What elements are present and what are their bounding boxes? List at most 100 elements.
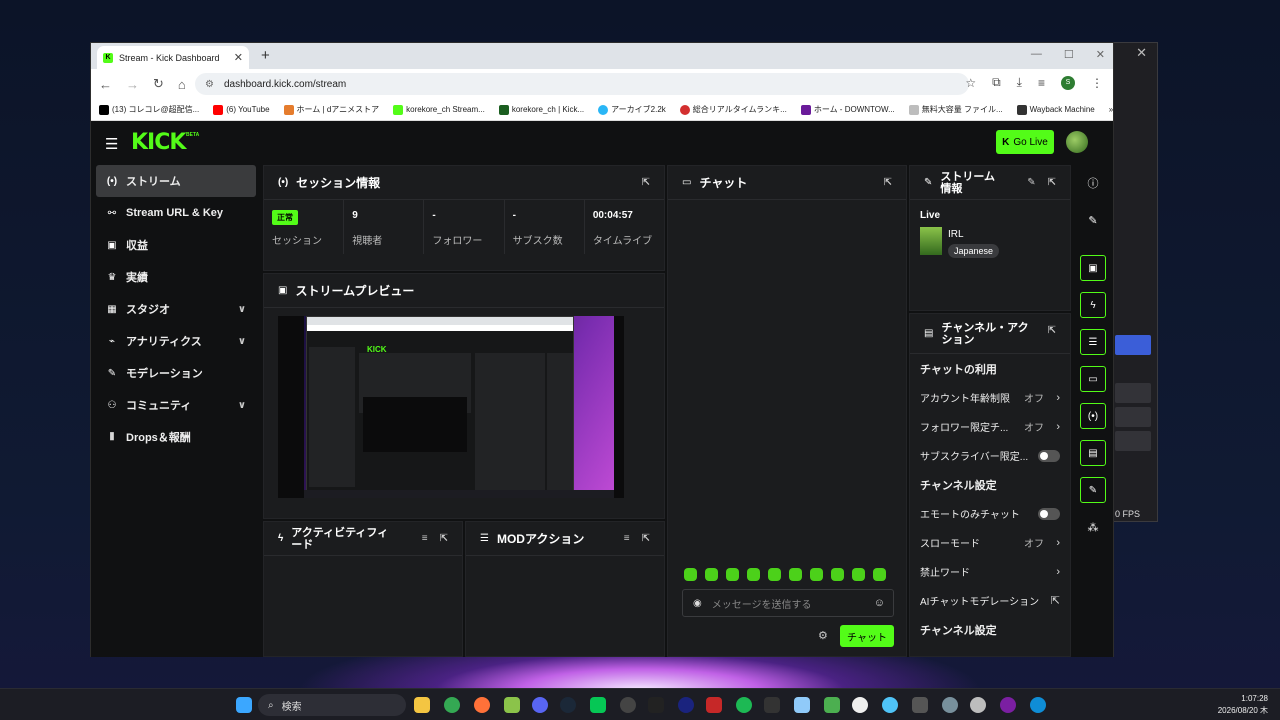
stream-preview-video[interactable]: KICK — [278, 316, 624, 498]
popout-icon[interactable]: ⇱ — [440, 533, 448, 544]
start-icon[interactable] — [236, 697, 252, 713]
hamburger-menu-icon[interactable]: ☰ — [105, 135, 118, 153]
taskbar-search[interactable]: ⌕ 検索 — [258, 694, 406, 716]
emote-icon[interactable] — [747, 568, 760, 581]
notepad-icon[interactable] — [794, 697, 810, 713]
bookmark-item[interactable]: korekore_ch | Kick... — [498, 104, 584, 115]
banned-words-row[interactable]: 禁止ワード › — [910, 557, 1070, 586]
url-field[interactable]: ⚙ dashboard.kick.com/stream — [195, 73, 969, 95]
emote-icon[interactable] — [726, 568, 739, 581]
filter-icon[interactable]: ≡ — [422, 533, 428, 544]
emote-icon[interactable] — [768, 568, 781, 581]
bookmark-item[interactable]: ホーム - DOWNTOW... — [800, 104, 895, 115]
category[interactable]: IRL Japanese — [920, 227, 1070, 259]
slow-mode-row[interactable]: スローモード オフ › — [910, 528, 1070, 557]
app-icon[interactable] — [706, 697, 722, 713]
chevron-down-icon[interactable]: ∨ — [238, 400, 246, 411]
chevron-down-icon[interactable]: ∨ — [238, 336, 246, 347]
close-window-icon[interactable]: ✕ — [1096, 48, 1105, 61]
filter-icon[interactable]: ≡ — [624, 533, 630, 544]
obs-control[interactable] — [1115, 431, 1151, 451]
download-icon[interactable]: ⤓ — [1017, 75, 1022, 90]
discord-icon[interactable] — [532, 697, 548, 713]
preview-widget-icon[interactable]: ▣ — [1080, 255, 1106, 281]
popout-icon[interactable]: ⇱ — [642, 533, 650, 544]
chat-app-icon[interactable] — [882, 697, 898, 713]
profile-avatar[interactable]: S — [1061, 75, 1075, 90]
steam-icon[interactable] — [560, 697, 576, 713]
info-icon[interactable]: ⓘ — [1080, 170, 1106, 196]
emote-icon[interactable] — [831, 568, 844, 581]
popout-icon[interactable]: ⇱ — [642, 177, 650, 188]
follower-only-row[interactable]: フォロワー限定チ... オフ › — [910, 412, 1070, 441]
bookmark-item[interactable]: korekore_ch Stream... — [393, 104, 485, 115]
popout-icon[interactable]: ⇱ — [1048, 177, 1056, 188]
list-widget-icon[interactable]: ☰ — [1080, 329, 1106, 355]
background-obs-window[interactable]: ✕ 0 FPS — [1110, 42, 1158, 522]
minimize-icon[interactable]: — — [1031, 48, 1042, 61]
bookmark-item[interactable]: 総合リアルタイムランキ... — [679, 104, 787, 115]
sidebar-item-revenue[interactable]: ▣ 収益 — [96, 229, 256, 261]
sidebar-item-drops[interactable]: ⫴ Drops＆報酬 — [96, 421, 256, 453]
app-icon[interactable] — [1000, 697, 1016, 713]
edge-icon[interactable] — [1030, 697, 1046, 713]
emote-icon[interactable] — [873, 568, 886, 581]
bookmark-item[interactable]: (6) YouTube — [213, 104, 270, 115]
back-icon[interactable]: ← — [99, 77, 112, 92]
sidebar-item-moderation[interactable]: ✎ モデレーション — [96, 357, 256, 389]
subscriber-only-toggle[interactable] — [1038, 449, 1060, 462]
app-icon[interactable] — [648, 697, 664, 713]
bookmark-item[interactable]: アーカイブ2.2k — [598, 104, 666, 115]
menu-icon[interactable]: ⋮ — [1091, 76, 1103, 90]
more-widgets-icon[interactable]: ⁂ — [1080, 514, 1106, 540]
sidebar-item-stream[interactable]: (•) ストリーム — [96, 165, 256, 197]
app-icon[interactable] — [970, 697, 986, 713]
emote-icon[interactable] — [810, 568, 823, 581]
home-icon[interactable]: ⌂ — [178, 77, 186, 92]
ai-moderation-row[interactable]: AIチャットモデレーション ⇱ — [910, 586, 1070, 615]
forward-icon[interactable]: → — [126, 77, 139, 92]
new-tab-icon[interactable]: + — [261, 47, 270, 64]
send-chat-button[interactable]: チャット — [840, 625, 894, 647]
bookmark-star-icon[interactable]: ☆ — [965, 76, 976, 90]
reload-icon[interactable]: ↻ — [153, 76, 164, 92]
emote-icon[interactable] — [705, 568, 718, 581]
bookmark-item[interactable]: (13) コレコレ@超配信... — [99, 104, 199, 115]
popout-icon[interactable]: ⇱ — [1048, 325, 1056, 336]
taskbar-clock[interactable]: 1:07:28 2026/08/20 木 — [1218, 693, 1268, 717]
sidebar-item-community[interactable]: ⚇ コミュニティ ∨ — [96, 389, 256, 421]
close-icon[interactable]: ✕ — [1136, 45, 1147, 61]
go-live-button[interactable]: K Go Live — [996, 130, 1054, 154]
minecraft-icon[interactable] — [824, 697, 840, 713]
browser-tab[interactable]: K Stream - Kick Dashboard ✕ — [97, 46, 249, 69]
obs-button[interactable] — [1115, 335, 1151, 355]
extensions-icon[interactable]: ⧉ — [992, 75, 1001, 90]
sidebar-item-analytics[interactable]: ⌁ アナリティクス ∨ — [96, 325, 256, 357]
line-icon[interactable] — [590, 697, 606, 713]
emote-icon[interactable] — [852, 568, 865, 581]
firefox-icon[interactable] — [474, 697, 490, 713]
wrench-widget-icon[interactable]: ✎ — [1080, 477, 1106, 503]
gear-icon[interactable]: ⚙ — [818, 629, 828, 642]
account-age-row[interactable]: アカウント年齢制限 オフ › — [910, 383, 1070, 412]
edit-icon[interactable]: ✎ — [1027, 177, 1035, 188]
bookmark-item[interactable]: 無料大容量 ファイル... — [908, 104, 1003, 115]
app-icon[interactable] — [678, 697, 694, 713]
app-icon[interactable] — [852, 697, 868, 713]
more-bookmarks-icon[interactable]: » — [1109, 105, 1113, 114]
sidebar-item-stream-key[interactable]: ⚯ Stream URL & Key — [96, 197, 256, 229]
file-explorer-icon[interactable] — [414, 697, 430, 713]
maximize-icon[interactable]: ☐ — [1064, 48, 1074, 61]
sidebar-item-achievements[interactable]: ♛ 実績 — [96, 261, 256, 293]
edit-icon[interactable]: ✎ — [1080, 207, 1106, 233]
close-tab-icon[interactable]: ✕ — [234, 51, 243, 64]
emote-only-toggle[interactable] — [1038, 507, 1060, 520]
actions-widget-icon[interactable]: ▤ — [1080, 440, 1106, 466]
emote-icon[interactable] — [789, 568, 802, 581]
emote-icon[interactable] — [684, 568, 697, 581]
bolt-widget-icon[interactable]: ϟ — [1080, 292, 1106, 318]
app-icon[interactable] — [912, 697, 928, 713]
chrome-icon[interactable] — [444, 697, 460, 713]
chat-widget-icon[interactable]: ▭ — [1080, 366, 1106, 392]
obs-control[interactable] — [1115, 407, 1151, 427]
